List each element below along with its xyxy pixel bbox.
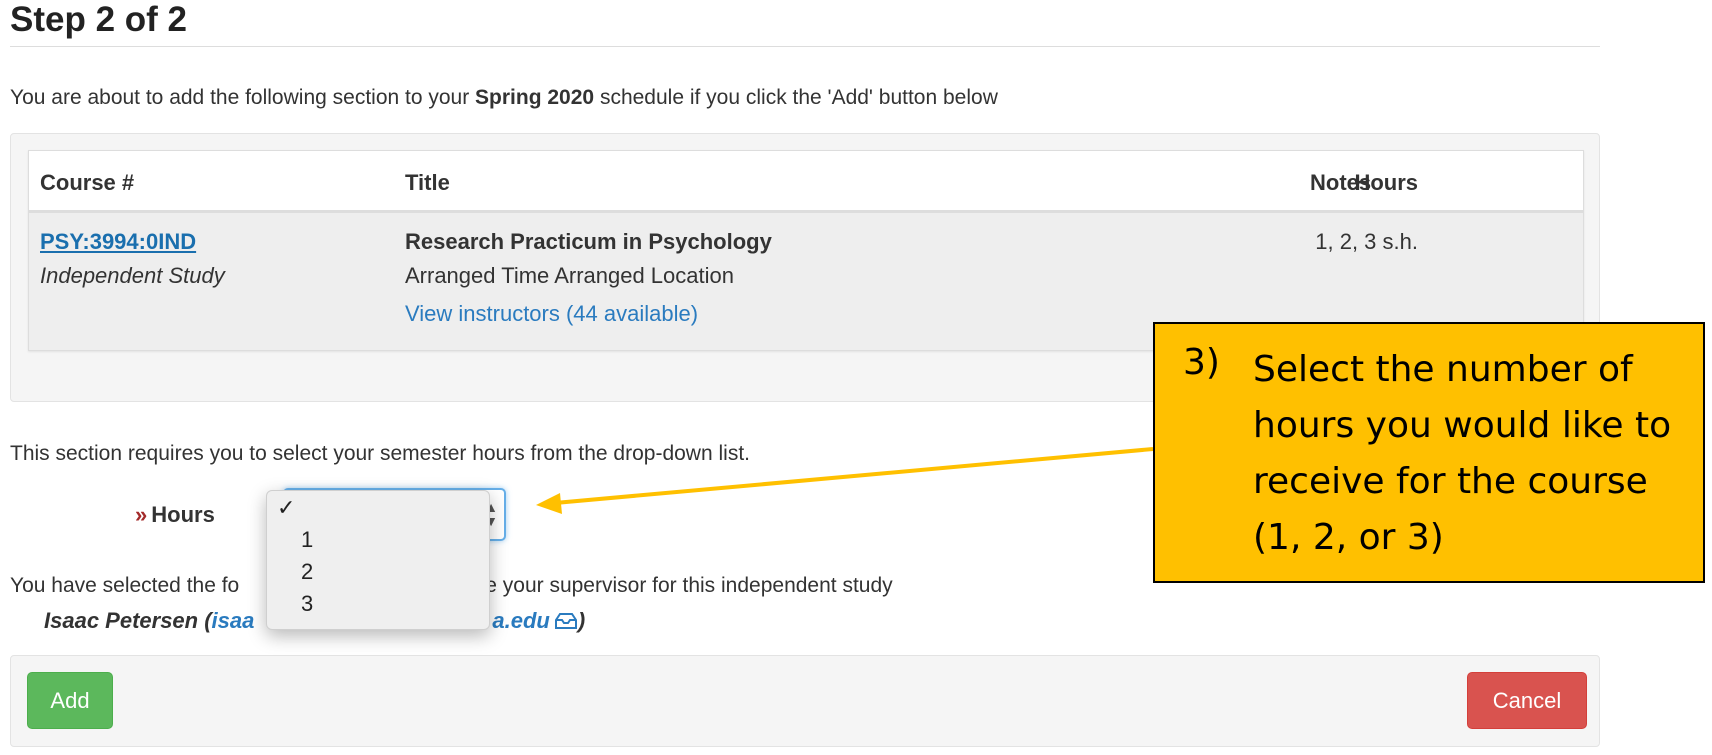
title-divider xyxy=(10,46,1600,47)
course-number-link[interactable]: PSY:3994:0IND xyxy=(40,229,196,255)
chevron-right-icon: » xyxy=(135,502,148,527)
table-header: Course # Title Hours Notes xyxy=(29,151,1583,213)
intro-suffix: schedule if you click the 'Add' button b… xyxy=(594,86,998,109)
checkmark-icon: ✓ xyxy=(277,495,296,520)
instruction-callout: 3) Select the number of hours you would … xyxy=(1153,322,1705,583)
supervisor-close-paren: ) xyxy=(577,608,586,633)
add-button[interactable]: Add xyxy=(27,672,113,729)
supervisor-email-start[interactable]: isaa xyxy=(212,608,255,633)
intro-text: You are about to add the following secti… xyxy=(10,86,998,110)
page-title: Step 2 of 2 xyxy=(10,0,187,39)
hours-dropdown-menu[interactable]: ✓ 1 2 3 xyxy=(266,490,490,630)
hours-option[interactable]: 3 xyxy=(301,591,313,617)
course-meeting: Arranged Time Arranged Location xyxy=(405,263,734,288)
view-instructors-link[interactable]: View instructors (44 available) xyxy=(405,301,698,327)
mail-inbox-icon xyxy=(554,613,577,629)
callout-text: Select the number of hours you would lik… xyxy=(1253,349,1672,558)
hours-option[interactable]: 1 xyxy=(301,527,313,553)
supervisor-email-end[interactable]: a.edu xyxy=(492,608,549,633)
course-title: Research Practicum in Psychology xyxy=(405,229,772,254)
header-course: Course # xyxy=(40,170,135,195)
intro-term: Spring 2020 xyxy=(475,86,595,109)
header-notes: Notes xyxy=(1310,170,1372,195)
callout-step-number: 3) xyxy=(1183,342,1220,383)
supervisor-intro-start: You have selected the fo xyxy=(10,574,240,597)
hours-option[interactable]: 2 xyxy=(301,559,313,585)
intro-prefix: You are about to add the following secti… xyxy=(10,86,476,109)
supervisor-intro-end: e your supervisor for this independent s… xyxy=(485,574,893,597)
cancel-button[interactable]: Cancel xyxy=(1467,672,1587,729)
hours-label-text: Hours xyxy=(151,502,215,527)
supervisor-name: Isaac Petersen ( xyxy=(44,608,212,633)
header-title: Title xyxy=(405,170,450,195)
course-type: Independent Study xyxy=(40,263,225,288)
course-hours: 1, 2, 3 s.h. xyxy=(1315,229,1418,254)
course-table: Course # Title Hours Notes PSY:3994:0IND… xyxy=(28,150,1584,351)
action-bar: Add Cancel xyxy=(10,655,1600,747)
hours-label: » Hours xyxy=(135,502,215,528)
hours-instructions: This section requires you to select your… xyxy=(10,442,750,465)
